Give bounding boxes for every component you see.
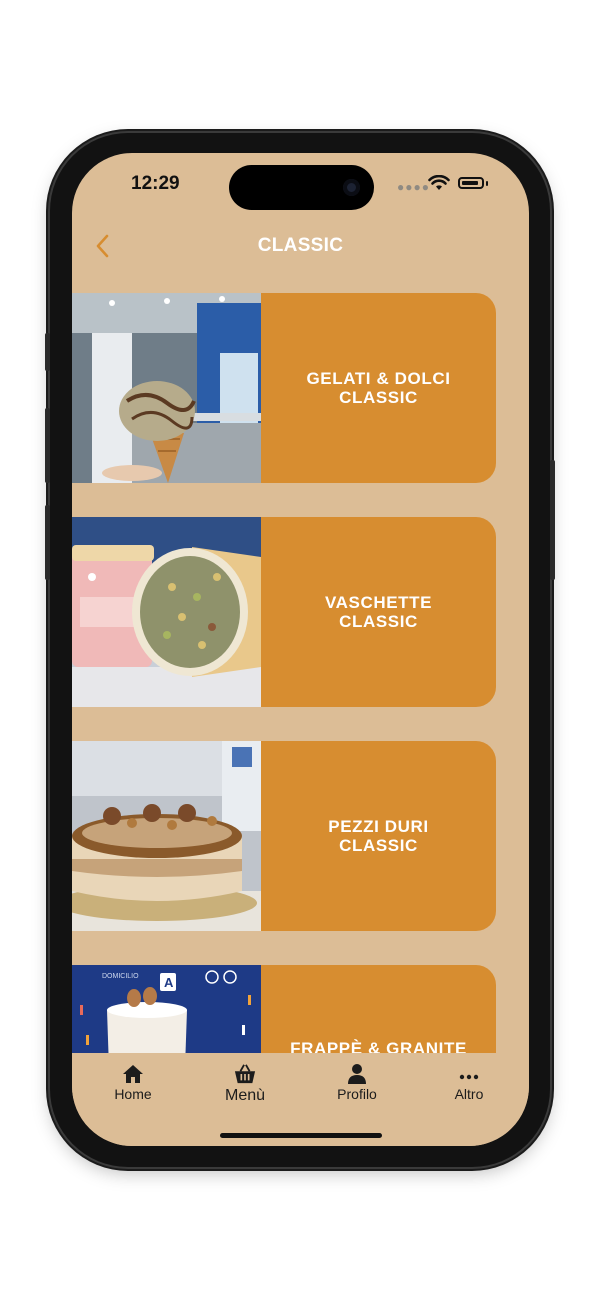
dynamic-island <box>229 165 374 210</box>
category-label: PEZZI DURI CLASSIC <box>328 817 429 855</box>
wifi-icon <box>428 175 450 190</box>
frappe-photo-logo: A <box>164 975 174 990</box>
nav-header: CLASSIC <box>72 223 529 269</box>
user-icon <box>348 1064 366 1084</box>
category-label: VASCHETTE CLASSIC <box>324 593 433 631</box>
home-indicator[interactable] <box>220 1133 382 1138</box>
category-list[interactable]: GELATI & DOLCI CLASSIC VASCHETTE CLASSIC… <box>72 293 529 1053</box>
tab-more[interactable]: Altro <box>419 1063 519 1102</box>
basket-icon <box>234 1064 256 1084</box>
front-camera <box>343 179 360 196</box>
battery-tip <box>486 181 488 186</box>
tab-label: Altro <box>454 1086 484 1102</box>
category-card-vaschette[interactable]: VASCHETTE CLASSIC <box>72 517 496 707</box>
page-title: CLASSIC <box>257 235 344 256</box>
status-bar: 12:29 ●●●● <box>72 153 529 213</box>
category-card-frappe-granite[interactable]: DOMICILIO A FRAPPÈ & GRANITE <box>72 965 496 1053</box>
frappe-glass-photo: DOMICILIO A <box>72 965 261 1053</box>
tab-menu[interactable]: Menù <box>195 1063 295 1105</box>
home-icon <box>123 1065 143 1083</box>
battery-icon <box>458 177 484 189</box>
tab-label: Home <box>114 1086 152 1102</box>
tab-label: Menù <box>224 1087 266 1104</box>
category-label: GELATI & DOLCI CLASSIC <box>306 369 451 407</box>
tab-home[interactable]: Home <box>83 1063 183 1102</box>
app-screen: 12:29 ●●●● CLASSIC GELATI & DOLCI CLASSI… <box>72 153 529 1146</box>
volume-up-button <box>45 408 50 483</box>
signal-dots-icon: ●●●● <box>397 180 430 194</box>
more-dots-icon <box>459 1074 479 1080</box>
category-label: FRAPPÈ & GRANITE <box>290 1039 467 1053</box>
semifreddo-cake-photo <box>72 741 261 931</box>
pistachio-tub-photo <box>72 517 261 707</box>
power-button <box>550 460 555 580</box>
tab-label: Profilo <box>337 1086 377 1102</box>
volume-down-button <box>45 505 50 580</box>
tab-profile[interactable]: Profilo <box>307 1063 407 1102</box>
silent-switch <box>45 333 50 371</box>
gelato-cone-photo <box>72 293 261 483</box>
frappe-photo-word: DOMICILIO <box>102 973 139 980</box>
category-card-pezzi-duri[interactable]: PEZZI DURI CLASSIC <box>72 741 496 931</box>
status-time: 12:29 <box>131 173 180 194</box>
category-card-gelati-dolci[interactable]: GELATI & DOLCI CLASSIC <box>72 293 496 483</box>
